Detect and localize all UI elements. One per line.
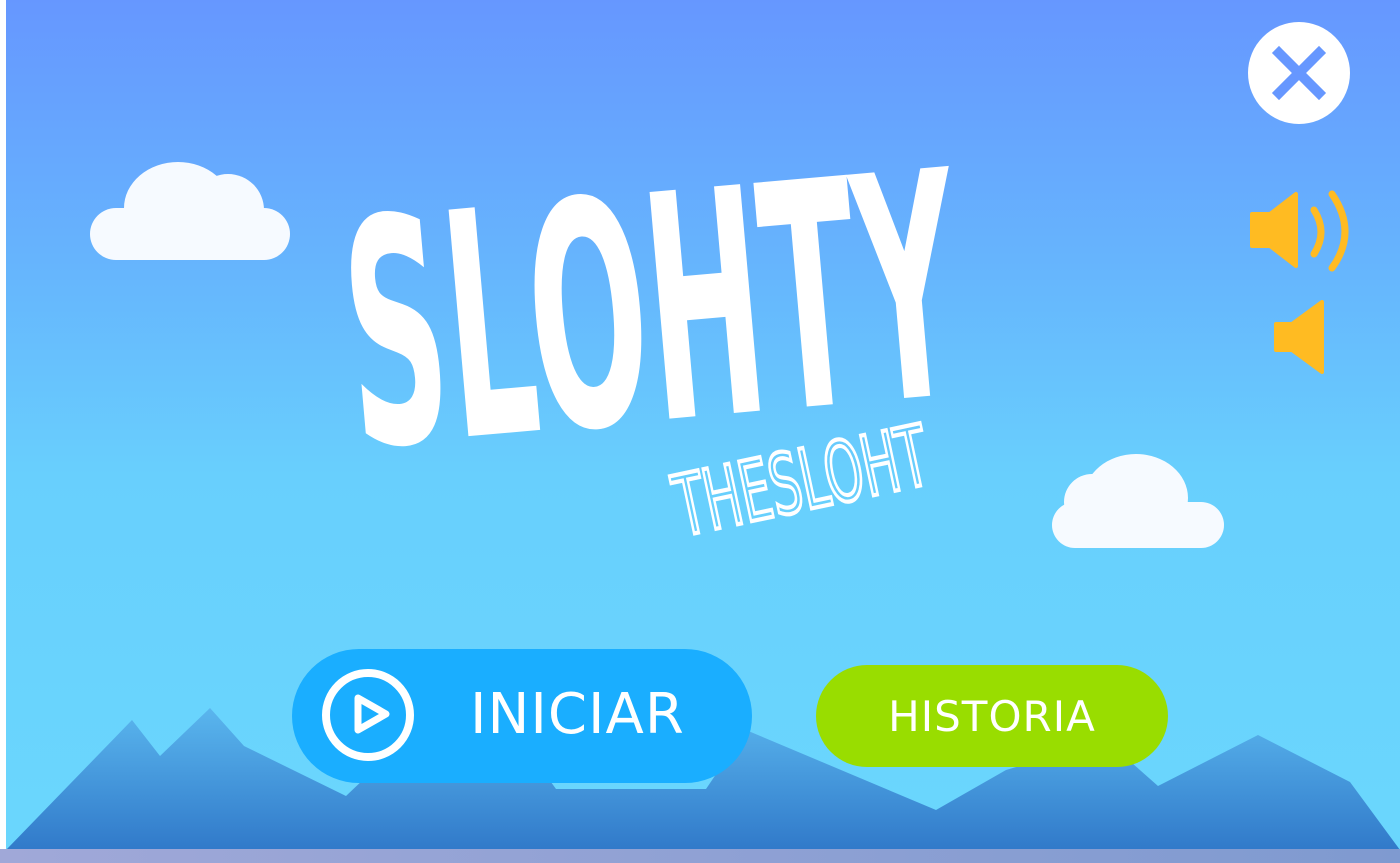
cloud-right	[1052, 454, 1224, 548]
ground-strip	[0, 849, 1400, 863]
game-background: SLOHTY THESLOHT INICIAR HISTORIA	[6, 0, 1400, 863]
story-button[interactable]: HISTORIA	[816, 665, 1168, 767]
story-button-label: HISTORIA	[888, 691, 1096, 741]
speaker-on-icon	[1250, 190, 1349, 272]
speaker-off-icon	[1274, 300, 1324, 374]
play-icon	[322, 669, 414, 761]
close-button[interactable]	[1248, 22, 1350, 124]
sound-off-button[interactable]	[1272, 300, 1332, 376]
start-button[interactable]: INICIAR	[292, 649, 752, 783]
start-button-label: INICIAR	[470, 682, 685, 747]
sound-on-button[interactable]	[1248, 188, 1356, 276]
close-x-icon	[1271, 45, 1327, 101]
game-title-logo: SLOHTY THESLOHT	[346, 105, 976, 550]
cloud-left	[90, 162, 290, 260]
